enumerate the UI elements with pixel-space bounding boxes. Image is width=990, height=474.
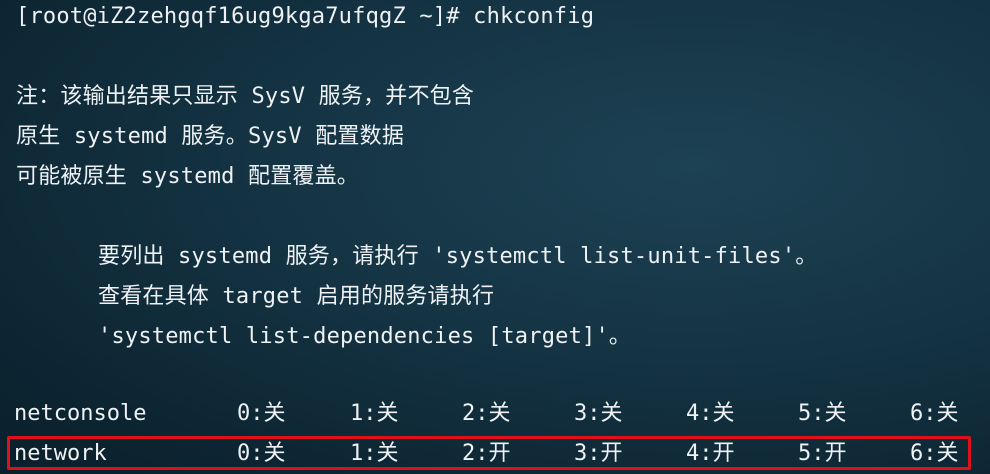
hint-line-1: 要列出 systemd 服务，请执行 'systemctl list-unit-… <box>98 244 818 269</box>
prompt-line: [root@iZ2zehgqf16ug9kga7ufqgZ ~]# chkcon… <box>16 4 595 29</box>
service-name: netconsole <box>14 401 147 426</box>
runlevel-4: 4:关 <box>686 401 735 426</box>
runlevel-2: 2:关 <box>462 401 511 426</box>
note-line-3: 可能被原生 systemd 配置覆盖。 <box>16 164 360 189</box>
service-row-netconsole: netconsole 0:关 1:关 2:关 3:关 4:关 5:关 6:关 <box>0 399 990 429</box>
highlight-box-network <box>7 436 971 470</box>
note-line-1: 注：该输出结果只显示 SysV 服务，并不包含 <box>16 84 475 109</box>
runlevel-1: 1:关 <box>350 401 399 426</box>
runlevel-5: 5:关 <box>798 401 847 426</box>
hint-line-2: 查看在具体 target 启用的服务请执行 <box>98 284 495 309</box>
runlevel-0: 0:关 <box>237 401 286 426</box>
hint-line-3: 'systemctl list-dependencies [target]'。 <box>98 324 632 349</box>
runlevel-3: 3:关 <box>574 401 623 426</box>
runlevel-6: 6:关 <box>910 401 959 426</box>
note-line-2: 原生 systemd 服务。SysV 配置数据 <box>16 124 405 149</box>
terminal-window[interactable]: [root@iZ2zehgqf16ug9kga7ufqgZ ~]# chkcon… <box>0 0 990 474</box>
